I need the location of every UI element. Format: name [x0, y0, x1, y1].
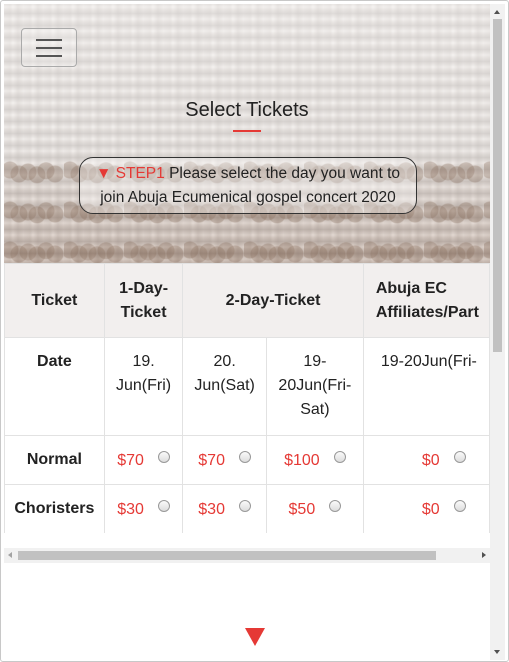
- header-affiliates: Abuja EC Affiliates/Part: [362, 263, 490, 338]
- normal-cell-1: $70: [103, 435, 184, 485]
- radio-normal-3[interactable]: [333, 450, 346, 463]
- normal-price-4: $0: [421, 451, 440, 469]
- row-label-normal: Normal: [4, 435, 105, 485]
- radio-normal-4[interactable]: [453, 450, 466, 463]
- header-ticket: Ticket: [4, 263, 105, 338]
- step-instruction-box: ▼ STEP1 Please select the day you want t…: [79, 157, 417, 214]
- choristers-price-3: $50: [288, 500, 316, 518]
- scroll-down-icon[interactable]: [494, 650, 500, 654]
- normal-cell-3: $100: [265, 435, 364, 485]
- normal-cell-2: $70: [182, 435, 267, 485]
- choristers-cell-3: $50: [265, 484, 364, 533]
- header-one-day-ticket: 1-Day-Ticket: [103, 263, 184, 338]
- choristers-price-2: $30: [198, 500, 225, 518]
- choristers-cell-4: $0: [362, 484, 490, 533]
- radio-normal-1[interactable]: [157, 450, 170, 463]
- scroll-right-icon[interactable]: [482, 552, 486, 558]
- horizontal-scrollbar[interactable]: [4, 548, 490, 563]
- radio-choristers-4[interactable]: [453, 499, 466, 512]
- hamburger-menu-icon[interactable]: [21, 28, 77, 67]
- normal-price-2: $70: [198, 451, 225, 469]
- page-title: Select Tickets: [185, 99, 309, 121]
- ticket-table: Ticket 1-Day-Ticket 2-Day-Ticket Abuja E…: [4, 263, 490, 533]
- choristers-price-4: $0: [421, 500, 440, 518]
- normal-price-1: $70: [117, 451, 144, 469]
- step-text-line1: Please select the day you want to: [169, 165, 400, 182]
- date-cell-1: 19. Jun(Fri): [103, 337, 184, 436]
- row-label-date: Date: [4, 337, 105, 436]
- radio-choristers-1[interactable]: [157, 499, 170, 512]
- date-cell-4: 19-20Jun(Fri-: [362, 337, 490, 436]
- step-label: ▼ STEP1: [96, 165, 165, 182]
- horizontal-scroll-thumb[interactable]: [18, 551, 436, 560]
- date-cell-2: 20. Jun(Sat): [182, 337, 267, 436]
- row-label-choristers: Choristers: [4, 484, 105, 533]
- down-triangle-icon[interactable]: [245, 628, 265, 646]
- normal-cell-4: $0: [362, 435, 490, 485]
- page-frame: Select Tickets ▼ STEP1 Please select the…: [0, 0, 509, 662]
- radio-normal-2[interactable]: [238, 450, 251, 463]
- radio-choristers-2[interactable]: [238, 499, 251, 512]
- radio-choristers-3[interactable]: [329, 499, 342, 512]
- scroll-up-icon[interactable]: [494, 10, 500, 14]
- scroll-left-icon[interactable]: [8, 552, 12, 558]
- normal-price-3: $100: [284, 451, 320, 469]
- vertical-scroll-thumb[interactable]: [493, 19, 502, 352]
- choristers-price-1: $30: [117, 500, 144, 518]
- choristers-cell-2: $30: [182, 484, 267, 533]
- header-two-day-ticket: 2-Day-Ticket: [182, 263, 364, 338]
- date-cell-3: 19-20Jun(Fri-Sat): [265, 337, 364, 436]
- title-underline: [233, 130, 261, 132]
- vertical-scrollbar[interactable]: [490, 4, 505, 660]
- choristers-cell-1: $30: [103, 484, 184, 533]
- step-text-line2: join Abuja Ecumenical gospel concert 202…: [100, 189, 396, 206]
- ticket-table-container: Ticket 1-Day-Ticket 2-Day-Ticket Abuja E…: [4, 263, 490, 533]
